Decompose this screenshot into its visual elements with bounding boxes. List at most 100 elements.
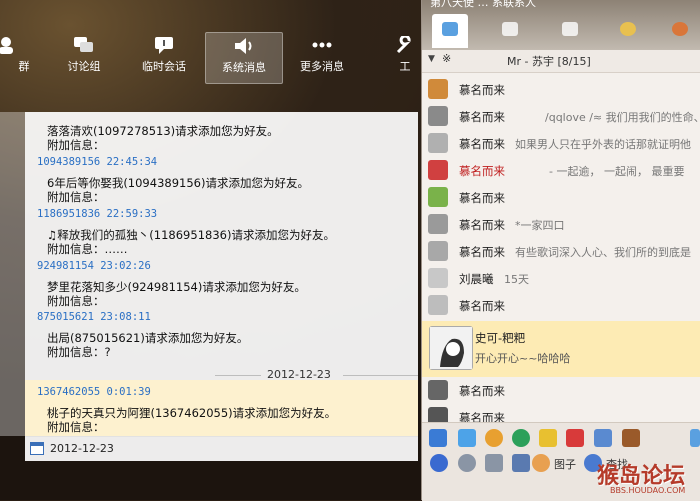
message-meta: 875015621 23:08:11	[37, 311, 151, 323]
avatar	[428, 187, 448, 207]
avatar	[428, 79, 448, 99]
tab-zone[interactable]	[552, 14, 588, 48]
more-tab-icon	[672, 22, 688, 36]
toolbar-system-messages[interactable]: 系统消息	[205, 32, 283, 84]
contact-name: 慕名而来	[459, 191, 505, 205]
book-icon[interactable]	[622, 429, 640, 447]
expand-icon[interactable]	[690, 429, 700, 447]
separator-line	[343, 375, 418, 376]
more-icon	[312, 42, 332, 48]
zone-icon	[562, 22, 578, 36]
contact-name: 慕名而来	[459, 299, 505, 313]
image-icon[interactable]	[532, 454, 550, 472]
video-icon[interactable]	[512, 429, 530, 447]
separator-line	[215, 375, 261, 376]
contact-item[interactable]: 慕名而来 有些歌词深入人心、我们所的到底是	[422, 238, 700, 265]
contact-signature: *一家四口	[515, 219, 565, 232]
contact-name: 刘晨曦	[459, 272, 494, 286]
contact-name: 慕名而来	[459, 384, 505, 398]
left-sidebar	[0, 112, 25, 436]
toolbar-group[interactable]: 群	[0, 32, 38, 82]
message-box-icon[interactable]	[594, 429, 612, 447]
qq-app-icon[interactable]	[429, 429, 447, 447]
message-extra: 附加信息：	[47, 190, 105, 204]
contact-signature: 如果男人只在乎外表的话那就证明他	[515, 138, 691, 151]
toolbar-label: 临时会话	[142, 60, 186, 73]
contact-signature: - 一起逾， 一起闹， 最重要	[549, 165, 685, 178]
toolbar-tools[interactable]: 工	[392, 32, 418, 82]
toolbar-label: 系统消息	[222, 61, 266, 74]
message-extra: 附加信息：……	[47, 242, 128, 256]
gift-icon[interactable]	[566, 429, 584, 447]
contact-item-selected[interactable]: 史可-粑粑 开心开心~~哈哈哈	[422, 321, 700, 377]
group-star: ※	[442, 52, 452, 65]
system-message-list[interactable]: 落落清欢(1097278513)请求添加您为好友。 附加信息： 10943891…	[25, 112, 418, 436]
toolbar-temp-chat[interactable]: 临时会话	[132, 32, 196, 82]
message-extra: 附加信息：	[47, 420, 105, 434]
shield-icon[interactable]	[539, 429, 557, 447]
message-entry-highlighted: 1367462055 0:01:39 桃子的天真只为阿狸(1367462055)…	[25, 380, 418, 436]
speaker-icon	[235, 38, 252, 54]
toolbar-label: 工	[399, 60, 411, 73]
avatar-drawing-icon	[430, 327, 472, 369]
contact-item[interactable]: 慕名而来	[422, 292, 700, 319]
message-text: 出局(875015621)请求添加您为好友。	[47, 331, 249, 345]
avatar	[428, 160, 448, 180]
contact-item[interactable]: 刘晨曦 15天	[422, 265, 700, 292]
volume-icon[interactable]	[485, 454, 503, 472]
group-chat-icon	[502, 22, 518, 36]
avatar	[428, 214, 448, 234]
contact-item[interactable]: 慕名而来	[422, 184, 700, 211]
watermark-url: BBS.HOUDAO.COM	[610, 486, 686, 495]
message-text: 梦里花落知多少(924981154)请求添加您为好友。	[47, 280, 306, 294]
message-footer: 2012-12-23	[25, 436, 418, 461]
avatar	[428, 241, 448, 261]
gear-icon[interactable]	[458, 454, 476, 472]
contact-name: 慕名而来	[459, 137, 505, 151]
contact-item[interactable]: 慕名而来	[422, 377, 700, 404]
message-meta: 924981154 23:02:26	[37, 260, 151, 272]
message-manager-window: 群 讨论组 临时会话 系统消息 更多消息 工 落落清欢(1097278513)请…	[0, 0, 418, 466]
contact-signature: 15天	[504, 273, 529, 286]
message-text: ♫释放我们的孤独丶(1186951836)请求添加您为好友。	[47, 228, 335, 242]
avatar	[428, 295, 448, 315]
toolbar-more-messages[interactable]: 更多消息	[290, 32, 354, 82]
message-entry: 1186951836 22:59:33 ♫释放我们的孤独丶(1186951836…	[25, 208, 418, 256]
qq-penguin-icon[interactable]	[430, 454, 448, 472]
message-extra: 附加信息：	[47, 138, 105, 152]
calendar-icon[interactable]	[30, 442, 44, 455]
group-header[interactable]: ▼ ※ Mr - 苏宇 [8/15]	[422, 50, 700, 73]
mail-icon[interactable]	[458, 429, 476, 447]
message-entry: 落落清欢(1097278513)请求添加您为好友。 附加信息：	[25, 124, 418, 152]
tab-groups[interactable]	[492, 14, 528, 48]
avatar	[428, 133, 448, 153]
message-entry: 875015621 23:08:11 出局(875015621)请求添加您为好友…	[25, 311, 418, 359]
tab-recent[interactable]	[610, 14, 646, 48]
avatar	[428, 106, 448, 126]
chat-bubble-icon	[442, 22, 458, 36]
contact-item[interactable]: 慕名而来 /qqlove /≈ 我们用我们的性命、	[422, 103, 700, 130]
pet-icon[interactable]	[485, 429, 503, 447]
group-label: Mr - 苏宇 [8/15]	[507, 55, 591, 68]
contact-name: 慕名而来	[459, 164, 505, 178]
collapse-arrow-icon[interactable]: ▼	[428, 54, 435, 64]
contact-signature: 开心开心~~哈哈哈	[475, 352, 571, 365]
security-icon[interactable]	[512, 454, 530, 472]
contact-item[interactable]: 慕名而来 *一家四口	[422, 211, 700, 238]
contact-item[interactable]: 慕名而来 - 一起逾， 一起闹， 最重要	[422, 157, 700, 184]
contact-item[interactable]: 慕名而来 如果男人只在乎外表的话那就证明他	[422, 130, 700, 157]
contact-signature: 有些歌词深入人心、我们所的到底是	[515, 246, 691, 259]
bottom-label[interactable]: 图子	[554, 456, 576, 472]
toolbar-discussion[interactable]: 讨论组	[52, 32, 116, 82]
tab-contacts[interactable]	[432, 14, 468, 48]
tab-more[interactable]	[662, 14, 698, 48]
contact-name: 慕名而来	[459, 110, 505, 124]
contact-list[interactable]: 慕名而来 慕名而来 /qqlove /≈ 我们用我们的性命、 慕名而来 如果男人…	[422, 72, 700, 422]
message-extra: 附加信息：	[47, 294, 105, 308]
toolbar-label: 讨论组	[67, 60, 101, 73]
panel-header: 第八天使 … 系联系人	[422, 0, 700, 50]
message-text: 6年后等你娶我(1094389156)请求添加您为好友。	[47, 176, 309, 190]
contact-item[interactable]: 慕名而来	[422, 76, 700, 103]
temp-chat-icon	[155, 37, 173, 54]
contact-item[interactable]: 慕名而来	[422, 404, 700, 422]
